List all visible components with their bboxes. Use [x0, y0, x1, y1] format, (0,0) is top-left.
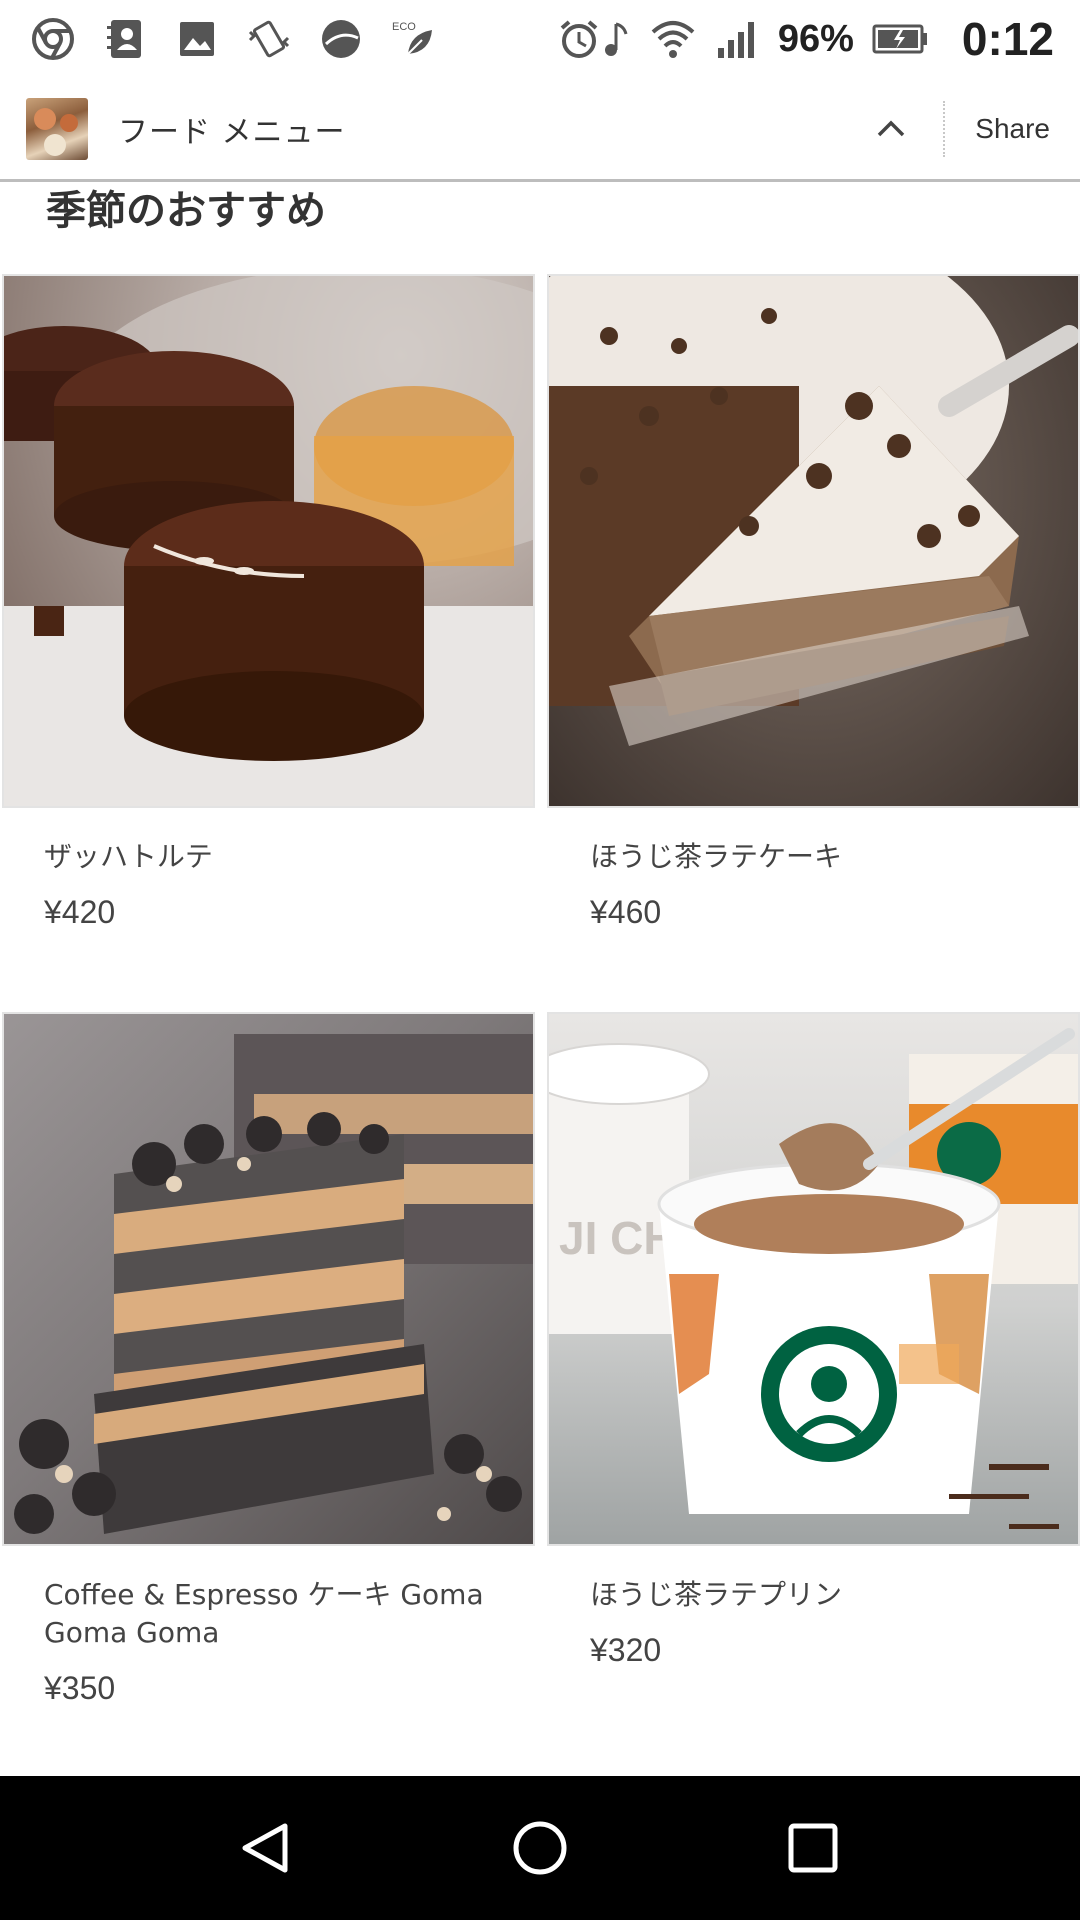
product-name[interactable]: ザッハトルテ [44, 838, 504, 876]
gallery-icon [174, 16, 220, 62]
battery-icon [872, 16, 930, 62]
page-thumbnail [26, 97, 88, 160]
clock: 0:12 [961, 13, 1054, 65]
chevron-up-icon[interactable] [861, 99, 921, 159]
dark-circle-icon [318, 16, 364, 62]
product-price: ¥350 [44, 1670, 116, 1706]
status-bar: ECO 96% 0:12 [0, 0, 1080, 78]
product-card[interactable]: JI CHA [547, 1012, 1080, 1546]
navigation-bar [0, 1776, 1080, 1920]
product-name[interactable]: ほうじ茶ラテプリン [590, 1576, 1050, 1614]
vibrate-icon [246, 16, 292, 62]
product-image-sachertorte[interactable] [2, 274, 535, 808]
product-card[interactable] [2, 274, 535, 808]
product-card[interactable] [2, 1012, 535, 1546]
system-status-icons: 96% 0:12 [556, 12, 1054, 66]
signal-icon [714, 16, 760, 62]
battery-percent: 96% [777, 17, 854, 60]
product-name[interactable]: Coffee & Espresso ケーキ Goma Goma Goma [44, 1576, 504, 1652]
product-image-hojicha-latte-pudding[interactable]: JI CHA [547, 1012, 1080, 1546]
product-image-goma-cake[interactable] [2, 1012, 535, 1546]
recents-icon[interactable] [768, 1803, 858, 1893]
product-price: ¥460 [590, 894, 662, 930]
custom-tab-header: フード メニュー Share [0, 78, 1080, 182]
header-divider [943, 100, 946, 157]
product-name[interactable]: ほうじ茶ラテケーキ [590, 838, 1050, 876]
home-icon[interactable] [495, 1803, 585, 1893]
wifi-icon [650, 16, 696, 62]
notification-icons: ECO [30, 16, 436, 62]
section-heading: 季節のおすすめ [46, 188, 326, 234]
food-menu-content: 季節のおすすめ ザッハトルテ ¥420 ほうじ茶ラテケーキ ¥460 Coffe… [0, 182, 1080, 1776]
back-icon[interactable] [222, 1803, 312, 1893]
music-note-icon [602, 16, 632, 62]
alarm-icon [556, 16, 602, 62]
eco-label: ECO [392, 21, 416, 33]
page-title: フード メニュー [118, 114, 346, 150]
product-price: ¥320 [590, 1632, 662, 1668]
product-image-hojicha-latte-cake[interactable] [547, 274, 1080, 808]
share-button[interactable]: Share [975, 113, 1050, 145]
chrome-icon [30, 16, 76, 62]
contacts-icon [102, 16, 148, 62]
product-price: ¥420 [44, 894, 116, 930]
eco-leaf-icon: ECO [390, 16, 436, 62]
product-card[interactable] [547, 274, 1080, 808]
